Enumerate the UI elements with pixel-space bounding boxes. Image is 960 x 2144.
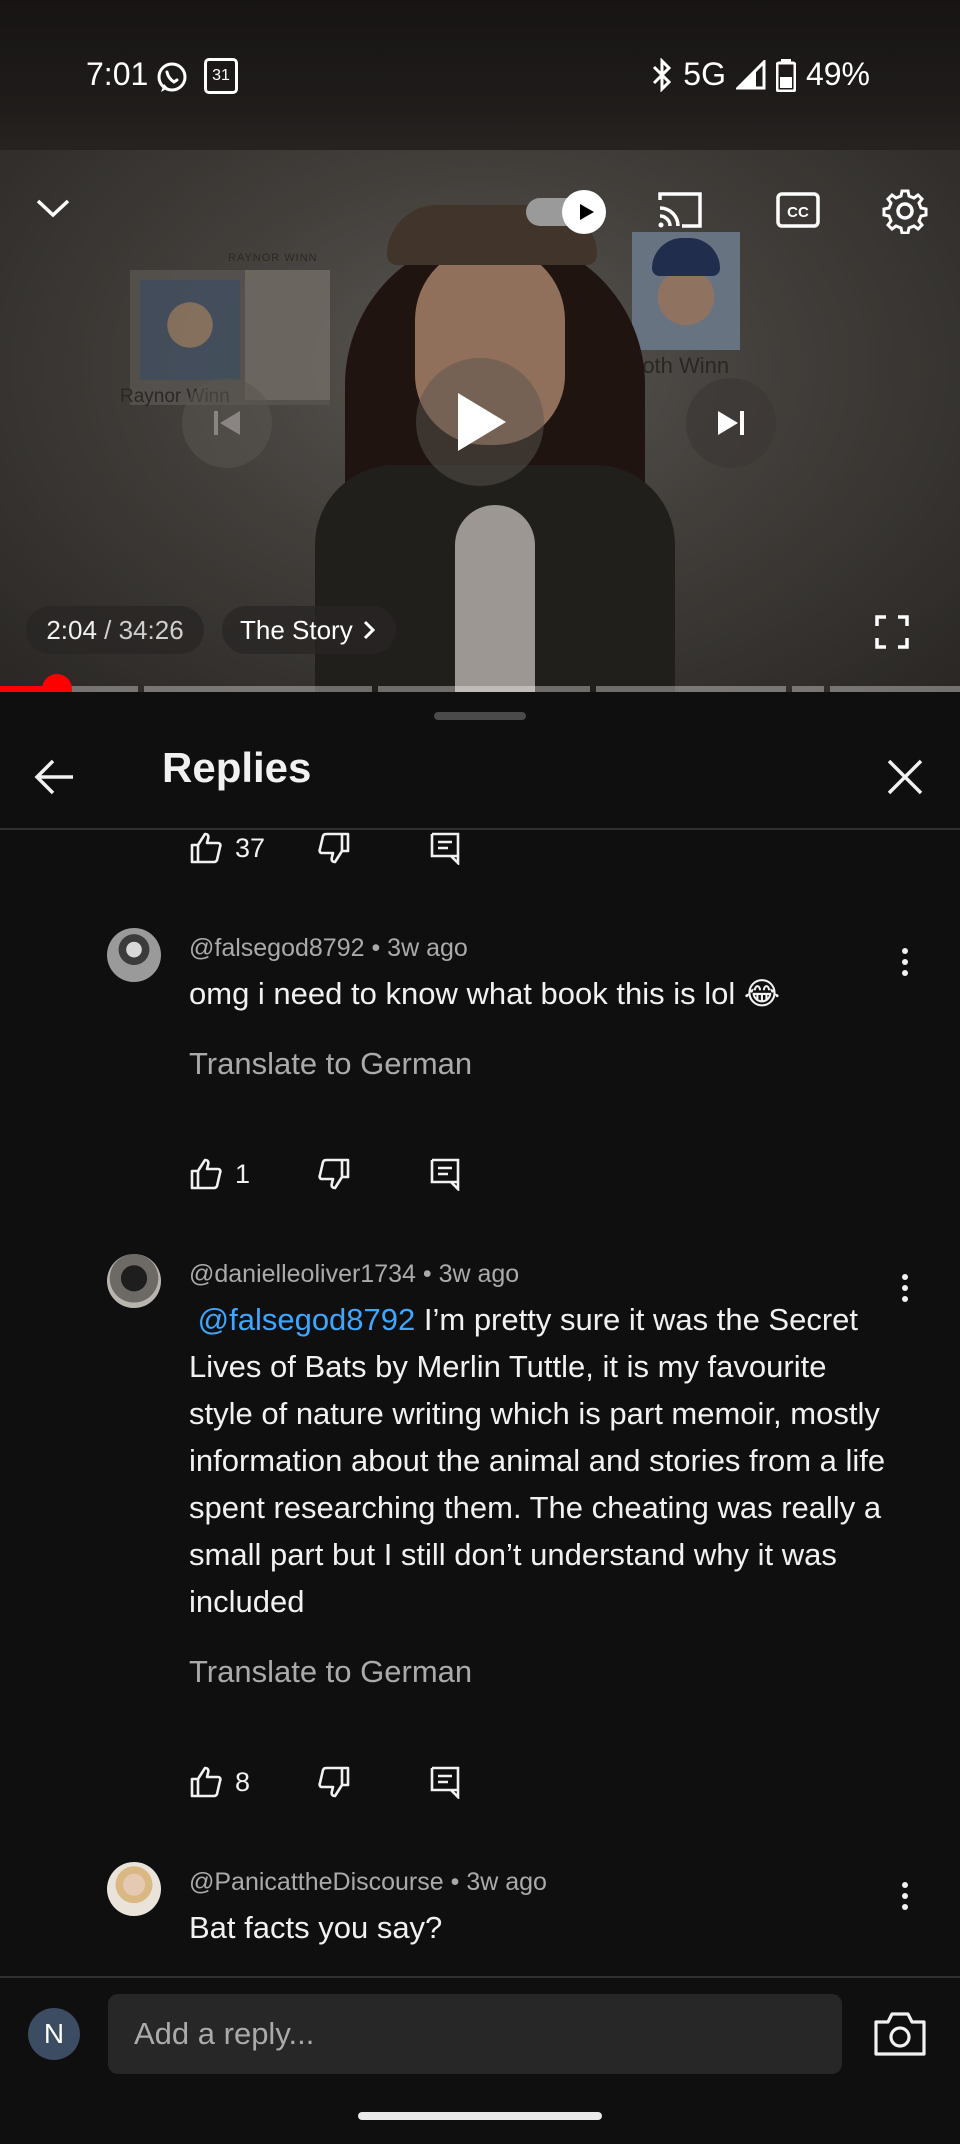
home-indicator[interactable]: [358, 2112, 602, 2120]
autoplay-toggle[interactable]: [526, 190, 606, 234]
chapter-button[interactable]: The Story: [222, 606, 396, 654]
dislike-button[interactable]: [317, 1762, 351, 1802]
author-handle[interactable]: @PanicattheDiscourse: [189, 1868, 444, 1896]
like-count: 1: [235, 1158, 251, 1189]
status-time: 7:01: [86, 56, 149, 92]
play-icon: [458, 393, 506, 451]
camera-icon[interactable]: [872, 2008, 928, 2060]
video-player[interactable]: RAYNOR WINN Raynor Winn Moth Winn 7:01 3…: [0, 0, 960, 692]
settings-gear-icon[interactable]: [882, 188, 928, 234]
signal-icon: [735, 59, 766, 89]
comment-text: Bat facts you say?: [189, 1910, 443, 1945]
dislike-button[interactable]: [317, 1154, 351, 1194]
current-time: 2:04: [46, 614, 97, 645]
cast-icon[interactable]: [656, 190, 704, 230]
bluetooth-icon: [653, 57, 672, 92]
skip-next-icon: [718, 411, 744, 435]
comment-age: 3w ago: [387, 934, 468, 962]
translate-link[interactable]: Translate to German: [189, 1654, 472, 1690]
thumbs-up-icon: [190, 1158, 222, 1190]
chapter-title: The Story: [240, 614, 353, 645]
author-handle[interactable]: @falsegod8792: [189, 934, 365, 962]
translate-link[interactable]: Translate to German: [189, 1046, 472, 1082]
captions-icon[interactable]: CC: [776, 190, 820, 230]
thumbs-down-icon: [318, 1158, 350, 1190]
skip-previous-icon: [214, 411, 240, 435]
reply-comment-icon: [430, 1158, 460, 1191]
like-button[interactable]: 37: [189, 828, 265, 868]
like-count: 8: [235, 1766, 251, 1797]
more-options-button[interactable]: [890, 1876, 920, 1916]
comment-meta: @danielleoliver1734 • 3w ago: [189, 1260, 520, 1288]
reply-button[interactable]: [429, 1154, 461, 1194]
minimize-chevron-icon[interactable]: [34, 190, 72, 226]
calendar-icon: 31: [204, 58, 238, 94]
status-right: 5G 49%: [651, 56, 870, 93]
comment-meta: @PanicattheDiscourse • 3w ago: [189, 1868, 547, 1896]
reply-input[interactable]: [108, 1994, 842, 2074]
previous-button[interactable]: [182, 378, 272, 468]
time-separator: /: [96, 614, 119, 645]
comment-actions: 1: [189, 1154, 489, 1194]
like-button[interactable]: 8: [189, 1762, 250, 1802]
network-type: 5G: [683, 56, 726, 92]
comment-actions: 8: [189, 1762, 489, 1802]
next-button[interactable]: [686, 378, 776, 468]
comment-actions: 37: [189, 828, 489, 868]
whatsapp-icon: [157, 62, 187, 92]
battery-icon: [775, 58, 796, 92]
battery-level: 49%: [805, 56, 870, 92]
back-button[interactable]: [28, 750, 82, 804]
panel-title: Replies: [162, 744, 312, 791]
status-bar: 7:01 31 5G 49%: [0, 0, 960, 150]
close-button[interactable]: [878, 750, 932, 804]
autoplay-play-icon: [580, 204, 594, 220]
more-options-button[interactable]: [890, 942, 920, 982]
like-button[interactable]: 1: [189, 1154, 250, 1194]
comment-age: 3w ago: [438, 1260, 520, 1288]
fullscreen-icon[interactable]: [874, 614, 910, 650]
author-handle[interactable]: @danielleoliver1734: [189, 1260, 416, 1288]
reply-button[interactable]: [429, 828, 461, 868]
like-count: 37: [235, 832, 266, 863]
comment-age: 3w ago: [466, 1868, 547, 1896]
arrow-left-icon: [34, 759, 73, 795]
avatar[interactable]: [107, 1862, 161, 1916]
comment-text: omg i need to know what book this is lol…: [189, 976, 781, 1011]
mention-link[interactable]: @falsegod8792: [198, 1302, 416, 1337]
duration: 34:26: [118, 614, 184, 645]
thumbs-up-icon: [190, 1766, 222, 1798]
reply-comment-icon: [430, 832, 460, 865]
thumbs-down-icon: [318, 1766, 350, 1798]
drag-handle[interactable]: [434, 712, 526, 720]
comment-meta: @falsegod8792 • 3w ago: [189, 934, 468, 962]
avatar[interactable]: [107, 1254, 161, 1308]
comment-text: @falsegod8792 I’m pretty sure it was the…: [189, 1296, 889, 1625]
user-avatar[interactable]: N: [28, 2008, 80, 2060]
thumbs-up-icon: [190, 832, 222, 864]
play-button[interactable]: [416, 358, 544, 486]
chevron-right-icon: [363, 620, 375, 640]
close-icon: [887, 759, 923, 795]
calendar-day: 31: [212, 67, 230, 84]
svg-text:CC: CC: [787, 204, 809, 221]
more-options-button[interactable]: [890, 1268, 920, 1308]
panel-header: Replies: [0, 722, 960, 830]
thumbs-down-icon: [318, 832, 350, 864]
avatar[interactable]: [107, 928, 161, 982]
dislike-button[interactable]: [317, 828, 351, 868]
comment-text-body: I’m pretty sure it was the Secret Lives …: [189, 1302, 886, 1619]
reply-button[interactable]: [429, 1762, 461, 1802]
time-display: 2:04 / 34:26: [26, 606, 204, 654]
reply-comment-icon: [430, 1766, 460, 1799]
